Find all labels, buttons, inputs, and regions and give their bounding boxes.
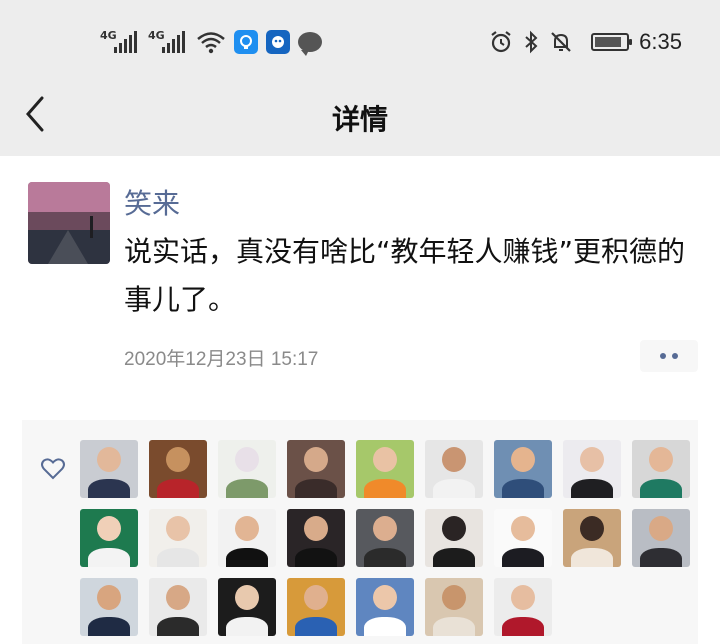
status-right: 6:35 xyxy=(489,28,682,56)
liker-avatar[interactable] xyxy=(149,440,207,498)
clock-time: 6:35 xyxy=(639,29,682,54)
liker-avatar[interactable] xyxy=(356,578,414,636)
post-content: 说实话，真没有啥比“教年轻人赚钱”更积德的事儿了。 xyxy=(124,235,686,316)
liker-avatar[interactable] xyxy=(425,509,483,567)
liker-avatar[interactable] xyxy=(563,509,621,567)
author-name[interactable]: 笑来 xyxy=(124,182,180,222)
liker-avatar[interactable] xyxy=(287,440,345,498)
liker-avatar[interactable] xyxy=(287,578,345,636)
liker-avatar[interactable] xyxy=(287,509,345,567)
author-avatar[interactable] xyxy=(28,182,110,264)
liker-avatar[interactable] xyxy=(494,578,552,636)
liker-avatar[interactable] xyxy=(356,440,414,498)
liker-avatar[interactable] xyxy=(425,440,483,498)
likes-panel xyxy=(22,420,698,644)
liker-avatar[interactable] xyxy=(149,578,207,636)
status-bar: 4G 4G 6:35 xyxy=(0,0,720,80)
liker-avatar[interactable] xyxy=(632,440,690,498)
liker-avatar[interactable] xyxy=(494,440,552,498)
liker-avatar[interactable] xyxy=(149,509,207,567)
liker-avatar[interactable] xyxy=(425,578,483,636)
liker-avatar[interactable] xyxy=(563,440,621,498)
more-dots-icon xyxy=(660,353,666,359)
liker-avatar[interactable] xyxy=(218,440,276,498)
battery-icon xyxy=(591,33,633,51)
heart-outline-icon xyxy=(41,458,65,480)
nav-bar: 详情 xyxy=(0,80,720,156)
cellular-signal-icon: 4G xyxy=(100,29,140,55)
post-timestamp: 2020年12月23日 15:17 xyxy=(124,349,319,370)
liker-avatar[interactable] xyxy=(494,509,552,567)
liker-avatar[interactable] xyxy=(356,509,414,567)
liker-avatar[interactable] xyxy=(80,509,138,567)
app-notification-icon xyxy=(234,30,258,54)
message-icon xyxy=(298,32,322,56)
page-title: 详情 xyxy=(331,103,388,136)
more-options-button[interactable] xyxy=(640,340,698,372)
bluetooth-icon xyxy=(523,30,539,54)
liker-avatar[interactable] xyxy=(218,578,276,636)
app-notification-icon-2 xyxy=(266,30,290,54)
alarm-icon xyxy=(489,30,513,54)
liker-avatar[interactable] xyxy=(218,509,276,567)
liker-avatar[interactable] xyxy=(80,440,138,498)
wifi-icon xyxy=(196,30,226,54)
mute-bell-icon xyxy=(549,30,573,54)
status-left: 4G 4G xyxy=(100,28,322,56)
liker-avatar[interactable] xyxy=(632,509,690,567)
cellular-signal-icon-2: 4G xyxy=(148,29,188,55)
liker-avatar[interactable] xyxy=(80,578,138,636)
